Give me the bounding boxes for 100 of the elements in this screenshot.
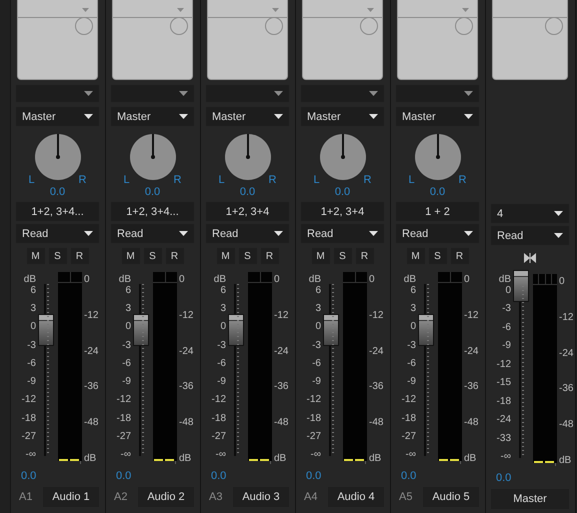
channel-toggle[interactable]: S bbox=[238, 248, 256, 264]
scale-label: -12 bbox=[496, 358, 511, 370]
fader-handle[interactable] bbox=[228, 314, 244, 346]
caret-icon bbox=[274, 114, 283, 119]
scale-label: -18 bbox=[212, 412, 226, 424]
circle-icon[interactable] bbox=[545, 17, 563, 35]
automation-dropdown[interactable]: Read bbox=[301, 224, 384, 243]
route-dropdown[interactable]: Master bbox=[16, 107, 99, 126]
pan-left-label: L bbox=[124, 174, 130, 186]
caret-icon bbox=[179, 91, 188, 96]
output-field[interactable]: 1+2, 3+4... bbox=[111, 202, 194, 221]
caret-icon bbox=[554, 211, 563, 216]
fader-handle[interactable] bbox=[323, 314, 339, 346]
channel-toggle[interactable]: M bbox=[26, 248, 44, 264]
scale-label: -3 bbox=[27, 340, 36, 351]
circle-icon[interactable] bbox=[170, 17, 188, 35]
automation-dropdown[interactable]: Read bbox=[111, 224, 194, 243]
pan-knob[interactable] bbox=[130, 134, 176, 180]
meter-scale-label: -48 bbox=[179, 417, 194, 428]
scale-label: -24 bbox=[496, 414, 511, 426]
meter-scale-label: dB bbox=[84, 452, 98, 464]
route-dropdown[interactable]: Master bbox=[396, 107, 479, 126]
meter-scale-label: dB bbox=[559, 454, 572, 466]
automation-dropdown[interactable]: Read bbox=[396, 224, 479, 243]
pan-knob[interactable] bbox=[414, 134, 460, 180]
effects-panel[interactable] bbox=[302, 0, 383, 80]
meter-scale-label: -36 bbox=[464, 381, 480, 392]
track-name-field[interactable]: Master bbox=[491, 489, 569, 509]
effects-panel[interactable] bbox=[492, 0, 568, 80]
circle-icon[interactable] bbox=[265, 17, 283, 35]
channel-toggle[interactable]: S bbox=[428, 248, 446, 264]
automation-dropdown[interactable]: Read bbox=[206, 224, 289, 243]
channel-toggle[interactable]: M bbox=[406, 248, 424, 264]
caret-icon bbox=[464, 114, 473, 119]
channel-toggle[interactable]: M bbox=[216, 248, 234, 264]
fader-handle[interactable] bbox=[418, 314, 434, 346]
scale-label: 0 bbox=[315, 321, 321, 332]
circle-icon[interactable] bbox=[360, 17, 378, 35]
scale-label: -18 bbox=[496, 396, 511, 407]
route-dropdown[interactable]: Master bbox=[111, 107, 194, 126]
channel-toggle[interactable]: S bbox=[144, 248, 162, 264]
effects-panel[interactable] bbox=[397, 0, 478, 80]
track-name-field[interactable]: Audio 3 bbox=[233, 487, 289, 507]
meter-scale-label: -12 bbox=[464, 310, 480, 321]
circle-icon[interactable] bbox=[75, 17, 93, 35]
caret-icon[interactable] bbox=[272, 8, 279, 12]
caret-icon[interactable] bbox=[367, 8, 374, 12]
scale-label: -6 bbox=[27, 358, 36, 369]
track-name-field[interactable]: Audio 1 bbox=[43, 487, 99, 507]
caret-icon bbox=[179, 231, 188, 236]
meter-scale-label: 0 bbox=[84, 274, 91, 285]
caret-icon bbox=[554, 233, 563, 238]
output-field[interactable]: 1+2, 3+4 bbox=[301, 202, 384, 221]
track-name-field[interactable]: Audio 4 bbox=[328, 487, 384, 507]
db-label: dB bbox=[118, 274, 131, 285]
automation-dropdown[interactable]: Read bbox=[16, 224, 99, 243]
caret-icon bbox=[464, 231, 473, 236]
route-dropdown[interactable]: Master bbox=[301, 107, 384, 126]
output-field[interactable]: 1+2, 3+4... bbox=[16, 202, 99, 221]
effects-panel[interactable] bbox=[112, 0, 193, 80]
automation-dropdown[interactable]: Read bbox=[491, 226, 569, 245]
meter-scale-label: -36 bbox=[559, 383, 574, 394]
track-name-field[interactable]: Audio 2 bbox=[138, 487, 194, 507]
effects-panel[interactable] bbox=[17, 0, 98, 80]
channel-toggle[interactable]: R bbox=[166, 248, 184, 264]
bowtie-icon[interactable] bbox=[524, 253, 536, 263]
output-field[interactable]: 1 + 2 bbox=[396, 202, 479, 221]
channel-toggle[interactable]: R bbox=[356, 248, 374, 264]
scale-label: -6 bbox=[502, 322, 511, 333]
track-name-field[interactable]: Audio 5 bbox=[423, 487, 479, 507]
channel-toggle[interactable]: R bbox=[260, 248, 278, 264]
channel-toggle[interactable]: R bbox=[450, 248, 468, 264]
channel-toggle[interactable]: M bbox=[122, 248, 140, 264]
caret-icon bbox=[464, 91, 473, 96]
output-dropdown[interactable]: 4 bbox=[491, 204, 569, 223]
fader-handle[interactable] bbox=[38, 314, 54, 346]
volume-value: 0.0 bbox=[21, 470, 36, 482]
fader-handle[interactable] bbox=[133, 314, 149, 346]
scale-label: -∞ bbox=[26, 448, 36, 460]
caret-icon[interactable] bbox=[462, 8, 469, 12]
pan-knob[interactable] bbox=[34, 134, 80, 180]
output-field[interactable]: 1+2, 3+4 bbox=[206, 202, 289, 221]
route-dropdown[interactable]: Master bbox=[206, 107, 289, 126]
effects-panel[interactable] bbox=[207, 0, 288, 80]
scale-label: -3 bbox=[312, 340, 321, 351]
pan-knob[interactable] bbox=[224, 134, 270, 180]
caret-icon[interactable] bbox=[82, 8, 89, 12]
channel-toggle[interactable]: M bbox=[312, 248, 330, 264]
pan-knob[interactable] bbox=[320, 134, 366, 180]
meter-scale-label: 0 bbox=[179, 274, 186, 285]
volume-value: 0.0 bbox=[211, 470, 226, 482]
meter-scale-label: -48 bbox=[559, 419, 574, 430]
fader-handle[interactable] bbox=[513, 270, 529, 302]
scale-label: 0 bbox=[505, 285, 511, 296]
channel-toggle[interactable]: S bbox=[48, 248, 66, 264]
meter-scale-label: -24 bbox=[274, 346, 290, 357]
circle-icon[interactable] bbox=[455, 17, 473, 35]
caret-icon[interactable] bbox=[177, 8, 184, 12]
channel-toggle[interactable]: R bbox=[70, 248, 88, 264]
channel-toggle[interactable]: S bbox=[334, 248, 352, 264]
